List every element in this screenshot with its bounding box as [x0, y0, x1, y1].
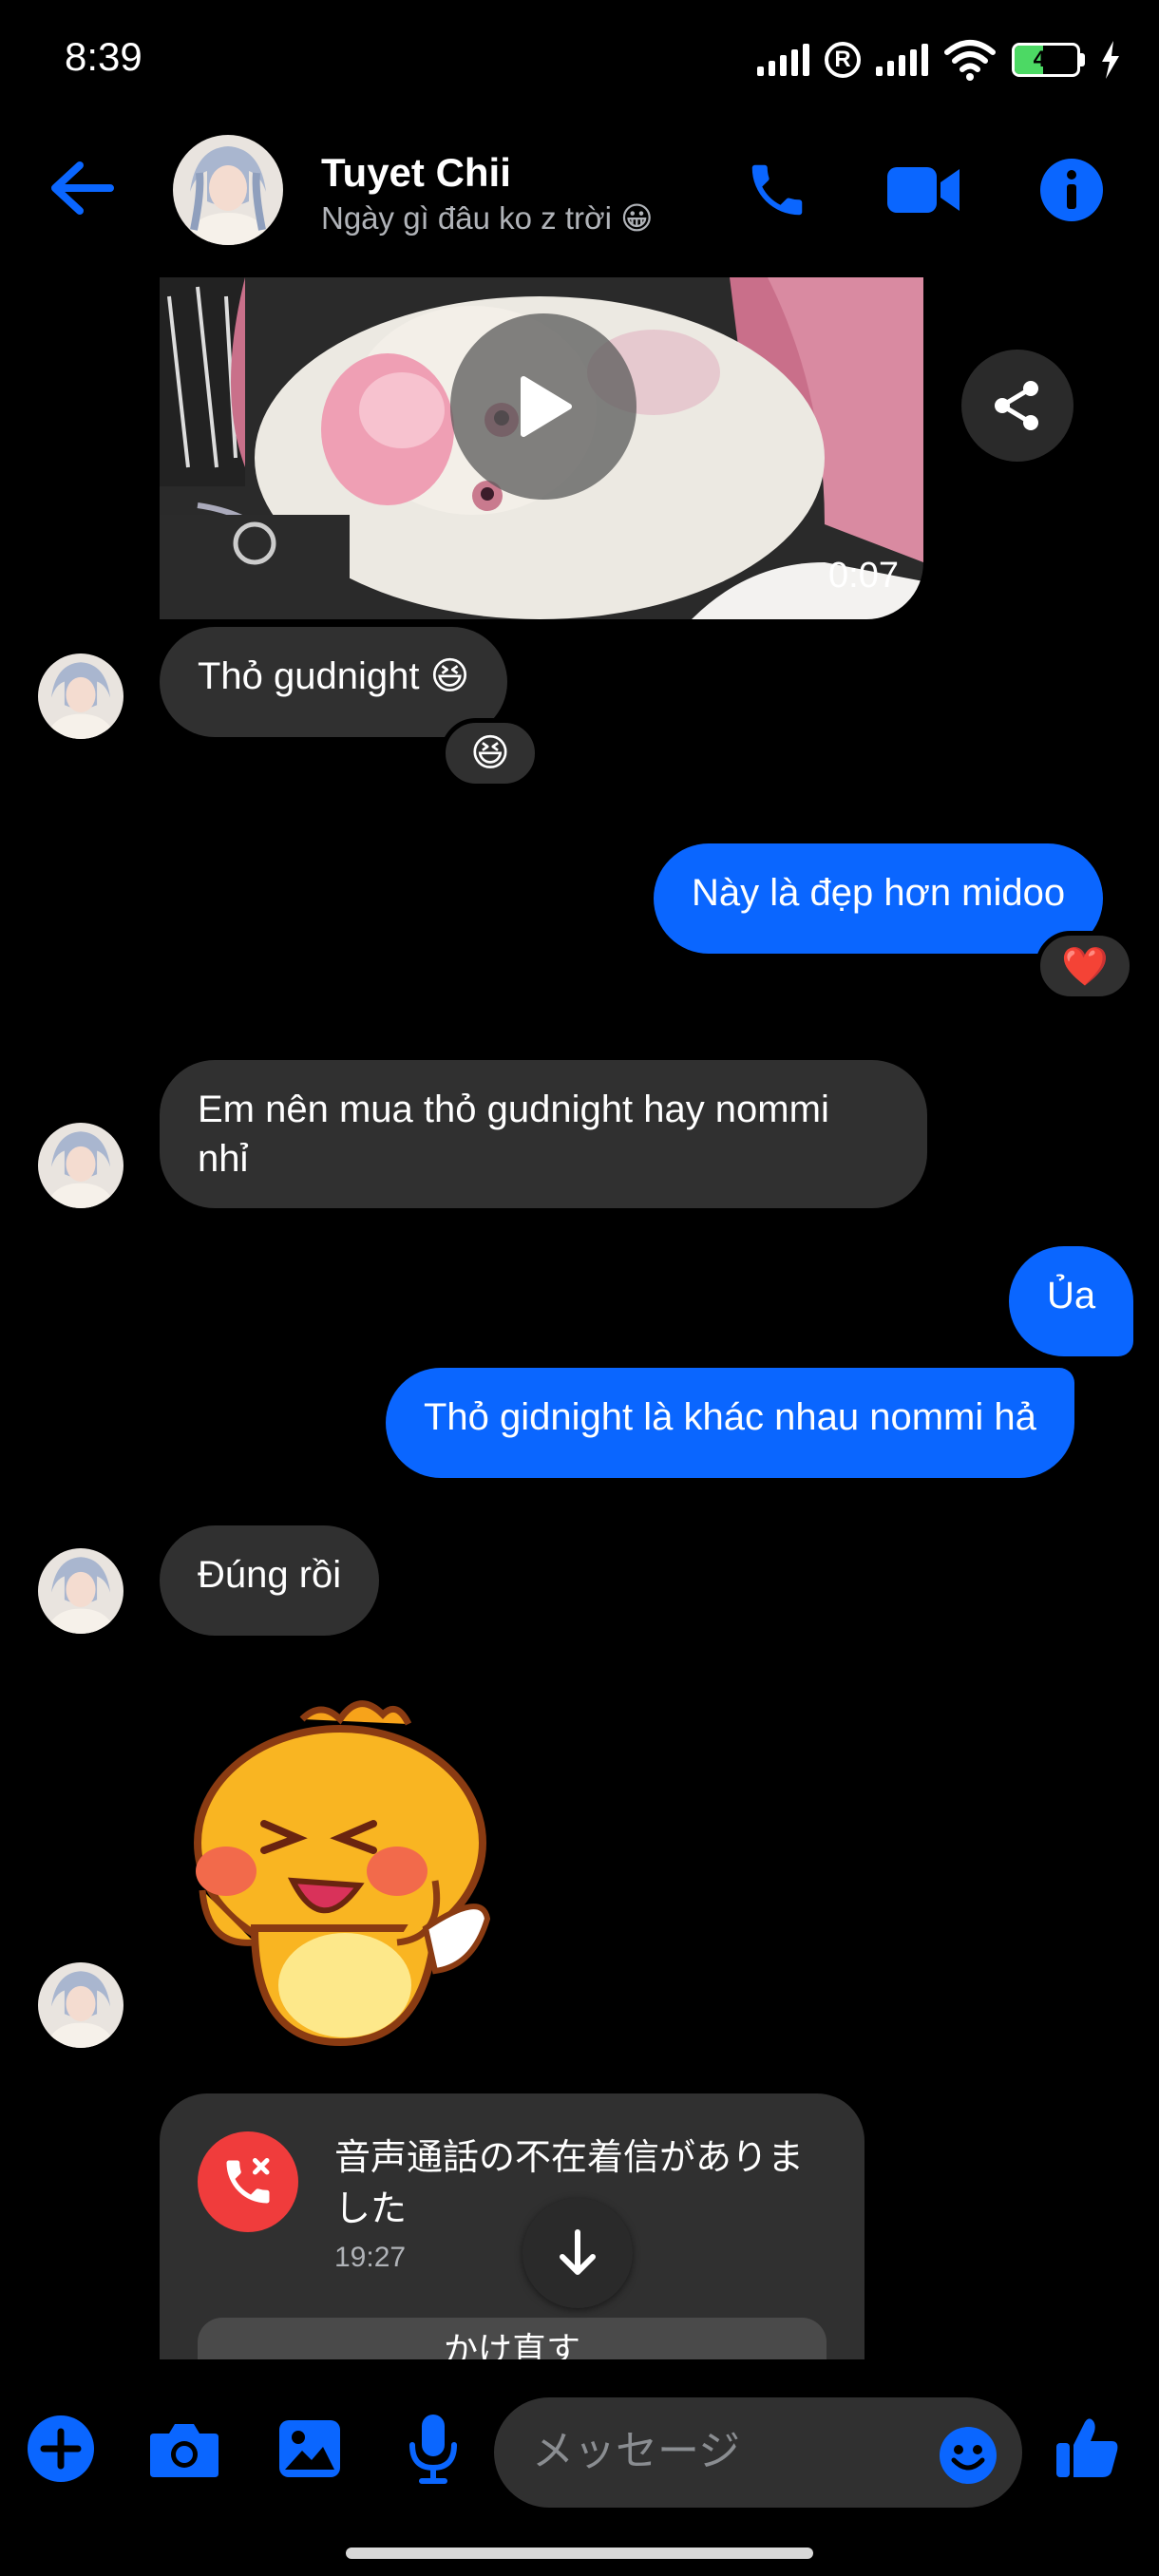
- info-icon: [1040, 159, 1103, 221]
- battery-level: 45: [1033, 47, 1059, 72]
- image-icon: [279, 2420, 340, 2477]
- emoji-button[interactable]: [939, 2426, 998, 2485]
- charging-icon: [1102, 41, 1119, 79]
- video-call-button[interactable]: [884, 150, 963, 230]
- video-message[interactable]: 0:07: [160, 277, 923, 619]
- play-icon: [521, 376, 572, 437]
- incoming-message[interactable]: Đúng rồi: [160, 1525, 380, 1636]
- contact-name[interactable]: Tuyet Chii: [321, 150, 511, 196]
- contact-avatar[interactable]: [173, 135, 283, 245]
- signal-icon: [757, 44, 809, 76]
- voice-message-button[interactable]: [397, 2413, 469, 2485]
- incoming-message[interactable]: Thỏ gudnight 😆: [160, 627, 508, 737]
- share-icon: [995, 381, 1038, 430]
- incoming-message[interactable]: Em nên mua thỏ gudnight hay nommi nhỉ: [160, 1060, 927, 1208]
- signal-icon-2: [876, 44, 928, 76]
- plus-icon: [28, 2415, 94, 2482]
- missed-call-time: 19:27: [334, 2242, 407, 2273]
- scroll-to-bottom-button[interactable]: [522, 2198, 633, 2308]
- sender-avatar[interactable]: [38, 1962, 124, 2048]
- camera-button[interactable]: [148, 2413, 220, 2485]
- emoji-icon: [940, 2427, 997, 2484]
- status-time: 8:39: [65, 34, 142, 79]
- back-button[interactable]: [49, 160, 125, 226]
- message-reaction[interactable]: 😆: [441, 718, 540, 788]
- sticker-message[interactable]: [160, 1681, 530, 2052]
- more-actions-button[interactable]: [25, 2413, 97, 2485]
- arrow-down-icon: [560, 2229, 596, 2275]
- contact-status: Ngày gì đâu ko z trời 😀: [321, 200, 654, 236]
- wifi-icon: [944, 40, 996, 81]
- outgoing-message[interactable]: Này là đẹp hơn midoo: [654, 843, 1104, 954]
- info-button[interactable]: [1032, 150, 1112, 230]
- sender-avatar[interactable]: [38, 1123, 124, 1208]
- voice-call-button[interactable]: [737, 150, 817, 230]
- call-back-button[interactable]: かけ直す: [198, 2318, 826, 2359]
- like-button[interactable]: [1047, 2407, 1127, 2487]
- outgoing-message[interactable]: Thỏ gidnight là khác nhau nommi hả: [386, 1368, 1074, 1478]
- sender-avatar[interactable]: [38, 653, 124, 739]
- share-button[interactable]: [961, 350, 1074, 462]
- roaming-icon: R: [825, 42, 861, 78]
- gallery-button[interactable]: [274, 2413, 346, 2485]
- missed-call-icon: [198, 2131, 298, 2232]
- message-reaction[interactable]: ❤️: [1036, 931, 1134, 1001]
- play-button[interactable]: [450, 313, 636, 500]
- back-arrow-icon: [51, 161, 114, 215]
- outgoing-message[interactable]: Ủa: [1009, 1246, 1134, 1356]
- phone-icon: [751, 164, 803, 216]
- message-input[interactable]: [530, 2426, 933, 2476]
- home-indicator[interactable]: [346, 2548, 813, 2559]
- battery-icon: 45: [1012, 43, 1080, 77]
- microphone-icon: [409, 2415, 457, 2484]
- video-duration: 0:07: [828, 556, 899, 596]
- video-camera-icon: [887, 167, 960, 213]
- thumbs-up-icon: [1056, 2418, 1118, 2477]
- camera-icon: [150, 2424, 218, 2477]
- missed-call-card[interactable]: 音声通話の不在着信がありました 19:27 かけ直す: [160, 2093, 864, 2359]
- status-icons: R 45: [757, 36, 1121, 84]
- message-input-container[interactable]: [494, 2397, 1022, 2508]
- sender-avatar[interactable]: [38, 1548, 124, 1634]
